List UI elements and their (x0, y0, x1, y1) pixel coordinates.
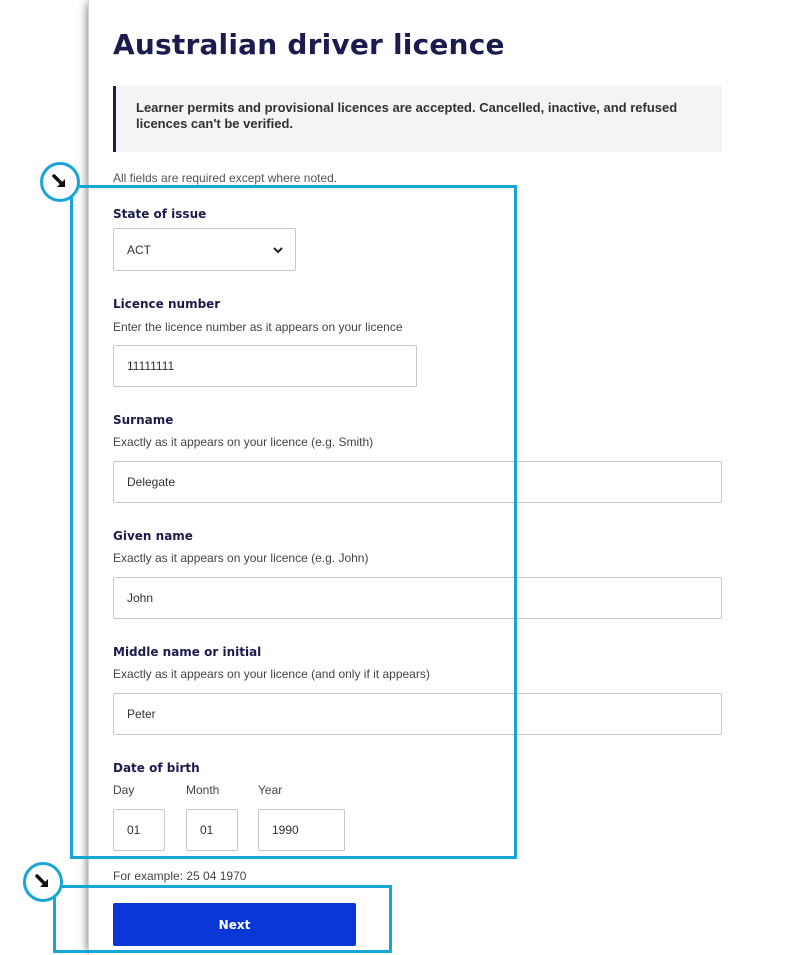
arrow-down-right-icon (35, 874, 48, 887)
page-title: Australian driver licence (113, 28, 505, 61)
arrow-down-right-icon (52, 174, 65, 187)
form-marker (40, 162, 80, 202)
dob-example: For example: 25 04 1970 (113, 869, 247, 883)
required-fields-note: All fields are required except where not… (113, 171, 338, 185)
button-highlight-box (53, 885, 392, 953)
info-callout: Learner permits and provisional licences… (113, 86, 722, 152)
form-highlight-box (70, 185, 517, 859)
info-callout-text: Learner permits and provisional licences… (136, 100, 678, 131)
button-marker (23, 862, 63, 902)
